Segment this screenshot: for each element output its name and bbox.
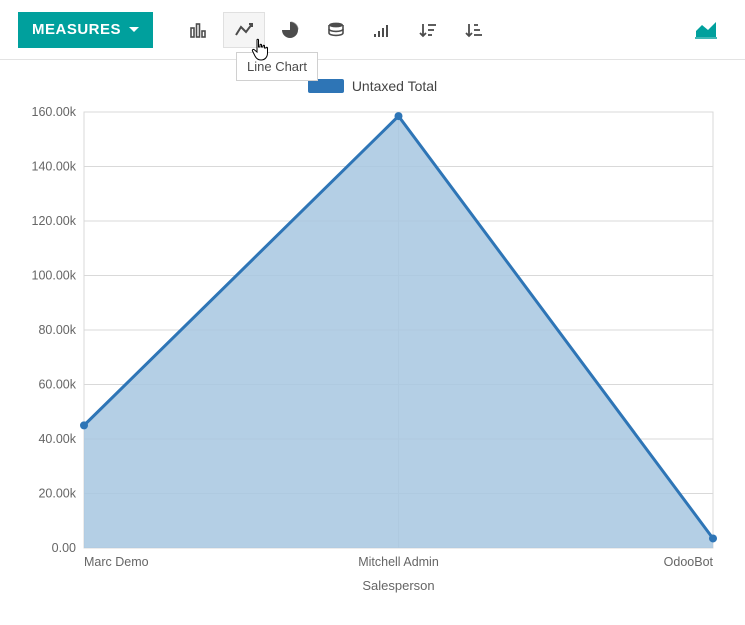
svg-text:40.00k: 40.00k bbox=[38, 432, 76, 446]
svg-text:120.00k: 120.00k bbox=[32, 214, 77, 228]
signal-icon bbox=[373, 22, 391, 38]
stack-icon bbox=[327, 21, 345, 39]
chart-type-group bbox=[177, 12, 495, 48]
sort-asc-button[interactable] bbox=[453, 12, 495, 48]
svg-text:80.00k: 80.00k bbox=[38, 323, 76, 337]
pie-chart-button[interactable] bbox=[269, 12, 311, 48]
svg-text:60.00k: 60.00k bbox=[38, 378, 76, 392]
sort-desc-button[interactable] bbox=[407, 12, 449, 48]
chart-legend: Untaxed Total bbox=[0, 78, 745, 94]
svg-text:OdooBot: OdooBot bbox=[664, 555, 714, 569]
sort-desc-icon bbox=[419, 22, 437, 38]
area-chart-button[interactable] bbox=[685, 12, 727, 48]
bar-chart-icon bbox=[189, 22, 207, 38]
line-chart-icon bbox=[235, 22, 253, 38]
svg-text:160.00k: 160.00k bbox=[32, 105, 77, 119]
svg-text:Marc Demo: Marc Demo bbox=[84, 555, 149, 569]
tooltip: Line Chart bbox=[236, 52, 318, 81]
legend-label: Untaxed Total bbox=[352, 78, 437, 94]
bar-chart-button[interactable] bbox=[177, 12, 219, 48]
tooltip-text: Line Chart bbox=[247, 59, 307, 74]
svg-text:0.00: 0.00 bbox=[52, 541, 76, 555]
pie-chart-icon bbox=[281, 21, 299, 39]
svg-text:Salesperson: Salesperson bbox=[362, 578, 434, 593]
signal-button[interactable] bbox=[361, 12, 403, 48]
svg-text:140.00k: 140.00k bbox=[32, 160, 77, 174]
measures-label: MEASURES bbox=[32, 21, 121, 38]
svg-text:Mitchell Admin: Mitchell Admin bbox=[358, 555, 439, 569]
line-chart: 0.00 20.00k 40.00k 60.00k 80.00k 100.00k 120.0… bbox=[18, 94, 727, 604]
caret-down-icon bbox=[129, 27, 139, 32]
legend-swatch bbox=[308, 79, 344, 93]
line-chart-button[interactable] bbox=[223, 12, 265, 48]
stack-button[interactable] bbox=[315, 12, 357, 48]
svg-text:20.00k: 20.00k bbox=[38, 487, 76, 501]
measures-button[interactable]: MEASURES bbox=[18, 12, 153, 48]
toolbar: MEASURES bbox=[0, 0, 745, 60]
sort-asc-icon bbox=[465, 22, 483, 38]
area-chart-icon bbox=[695, 21, 717, 39]
chart-area: 0.00 20.00k 40.00k 60.00k 80.00k 100.00k 120.0… bbox=[0, 94, 745, 616]
svg-text:100.00k: 100.00k bbox=[32, 269, 77, 283]
